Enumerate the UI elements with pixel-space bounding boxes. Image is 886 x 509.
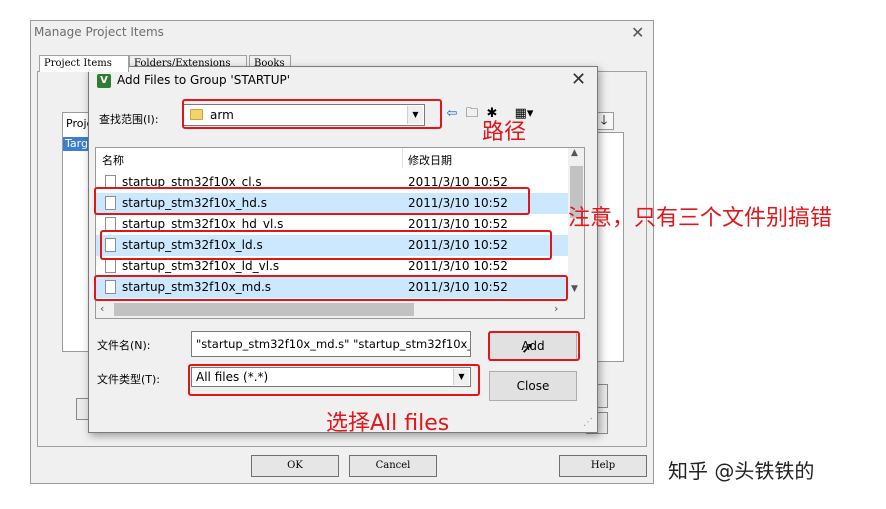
column-header-name[interactable]: 名称 (102, 152, 124, 168)
annotation-box-path (182, 99, 442, 129)
column-header-date[interactable]: 修改日期 (408, 152, 452, 168)
close-icon[interactable]: ✕ (571, 69, 586, 90)
file-date: 2011/3/10 10:52 (408, 259, 508, 273)
filename-input[interactable]: "startup_stm32f10x_md.s" "startup_stm32f… (191, 331, 471, 357)
ok-button[interactable]: OK (251, 455, 339, 477)
horizontal-scroll-thumb[interactable] (114, 303, 414, 316)
annotation-box-file-md (94, 275, 568, 301)
filetype-label: 文件类型(T): (97, 373, 161, 386)
scroll-right-icon[interactable]: › (554, 302, 558, 315)
window-title: Manage Project Items (34, 25, 164, 39)
close-button[interactable]: Close (489, 371, 577, 401)
annotation-box-file-hd (94, 187, 530, 215)
back-arrow-icon[interactable]: ⇦ (443, 105, 461, 123)
up-folder-icon[interactable]: 🗀 (463, 105, 481, 123)
column-divider[interactable] (402, 148, 403, 168)
help-button[interactable]: Help (559, 455, 647, 477)
file-name: startup_stm32f10x_ld_vl.s (122, 259, 280, 273)
tab-project-items[interactable]: Project Items (39, 55, 129, 72)
scroll-down-icon[interactable]: ▼ (571, 284, 578, 294)
cancel-button[interactable]: Cancel (349, 455, 437, 477)
resize-grip-icon[interactable]: ⋰ (583, 417, 593, 428)
file-name: startup_stm32f10x_hd_vl.s (122, 217, 284, 231)
look-in-label: 查找范围(I): (99, 113, 159, 126)
file-icon (105, 259, 116, 273)
annotation-box-add (488, 331, 580, 361)
scroll-up-icon[interactable]: ▲ (571, 148, 578, 158)
sort-ascending-icon: ⌃ (246, 147, 254, 154)
annotation-note-text: 注意，只有三个文件别搞错 (568, 206, 833, 231)
file-date: 2011/3/10 10:52 (408, 217, 508, 231)
annotation-box-file-ld (100, 230, 552, 260)
annotation-box-filetype (188, 364, 480, 396)
annotation-path-text: 路径 (482, 120, 527, 145)
horizontal-scrollbar[interactable]: ‹ › (96, 300, 584, 318)
annotation-select-all-text: 选择All files (326, 411, 450, 436)
filename-label: 文件名(N): (97, 339, 151, 352)
file-icon (105, 217, 116, 231)
keil-app-icon: V (97, 74, 111, 88)
watermark: 知乎 @头铁铁的 (668, 459, 815, 483)
dialog-title: Add Files to Group 'STARTUP' (117, 73, 291, 87)
files-list[interactable] (594, 132, 624, 362)
scroll-left-icon[interactable]: ‹ (100, 302, 104, 315)
close-icon[interactable]: ✕ (631, 23, 644, 42)
